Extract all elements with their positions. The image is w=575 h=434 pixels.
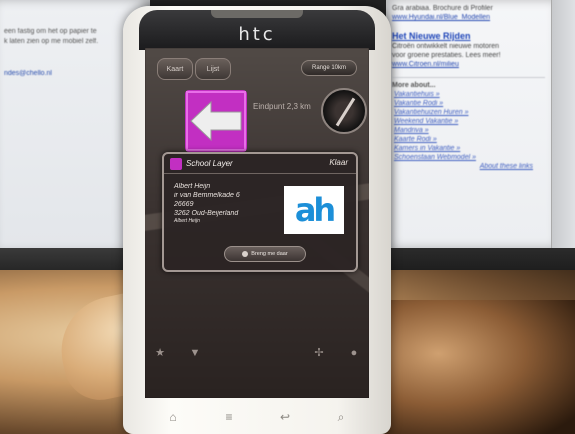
popup-header: School Layer Klaar: [164, 154, 356, 174]
address-line-4: 3262 Oud-Beijerland: [174, 210, 239, 217]
down-triangle-icon[interactable]: ▼: [188, 346, 202, 360]
distance-readout: Eindpunt 2,3 km: [253, 102, 311, 111]
navigation-arrow-icon[interactable]: [185, 90, 247, 152]
left-arrow-icon: [186, 91, 246, 151]
right-monitor-link-1: Vakantiehuis »: [394, 91, 440, 98]
address-line-2: ir van Bemmelkade 6: [174, 192, 240, 199]
right-monitor-headline: Het Nieuwe Rijden: [392, 31, 471, 41]
navigate-there-button[interactable]: Breng me daar: [224, 246, 306, 262]
right-monitor-scrollbar: [551, 0, 575, 250]
bottom-bar-middle: ▼ ✢: [188, 346, 326, 360]
htc-phone: htc Kaart Lijst Range 10km Eindpunt 2,3 …: [123, 6, 391, 434]
left-monitor-line-1: een fastig om het op papier te: [4, 28, 97, 35]
right-monitor-screen: Gra arabiaa. Brochure di Profiler www.Hy…: [386, 0, 551, 248]
tab-list[interactable]: Lijst: [195, 58, 231, 80]
ah-logo-icon: ah: [294, 191, 336, 229]
right-monitor-body-1: Citroën ontwikkelt nieuwe motoren: [392, 43, 499, 50]
right-monitor-link-4: Weekend Vakantie »: [394, 118, 459, 125]
pin-icon: [242, 251, 249, 257]
pin-icon[interactable]: ●: [347, 346, 361, 360]
right-monitor-section-title: More about...: [392, 77, 545, 90]
right-monitor-link-8: Schoenstaan Webmodel »: [394, 154, 476, 161]
popup-close-button[interactable]: Klaar: [329, 158, 348, 167]
earpiece: [211, 10, 303, 18]
phone-screen: Kaart Lijst Range 10km Eindpunt 2,3 km S…: [145, 48, 369, 398]
screen-bottom-bar: ★ ▼ ✢ ●: [145, 338, 369, 368]
poi-popup: School Layer Klaar Albert Heijn ir van B…: [162, 152, 358, 272]
hand-right: [380, 300, 575, 434]
compass-icon: [321, 88, 367, 134]
navigate-there-label: Breng me daar: [251, 251, 288, 257]
phone-brand-logo: htc: [238, 24, 276, 45]
right-monitor-line-2: www.Hyundai.nl/Blue_Modellen: [392, 14, 491, 21]
popup-title: School Layer: [186, 159, 233, 168]
address-line-5: Albert Heijn: [174, 218, 200, 224]
right-monitor-body-2: voor groene prestaties. Lees meer!: [392, 52, 501, 59]
home-key-icon[interactable]: ⌂: [163, 410, 183, 424]
right-monitor-link-2: Vakantie Rodi »: [394, 100, 444, 107]
address-line-3: 26669: [174, 201, 194, 208]
search-key-icon[interactable]: ⌕: [331, 410, 351, 425]
right-monitor-link-7: Kamers in Vakantie »: [394, 145, 461, 152]
right-monitor-line-1: Gra arabiaa. Brochure di Profiler: [392, 5, 493, 12]
right-monitor-body-3: www.Citroen.nl/milieu: [392, 61, 459, 68]
layer-icon: [170, 157, 182, 170]
gear-icon[interactable]: ✢: [312, 346, 326, 360]
photo-scene: een fastig om het op papier te k laten z…: [0, 0, 575, 434]
left-monitor-email-link: ndes@chello.nl: [4, 70, 52, 77]
right-monitor-link-5: Mandriva »: [394, 127, 429, 134]
back-key-icon[interactable]: ↩: [275, 410, 295, 424]
menu-key-icon[interactable]: ≡: [219, 410, 239, 424]
hardware-keys: ⌂ ≡ ↩ ⌕: [145, 402, 369, 432]
poi-address: Albert Heijn ir van Bemmelkade 6 26669 3…: [174, 182, 240, 225]
range-button[interactable]: Range 10km: [301, 60, 357, 76]
view-tabs: Kaart Lijst: [157, 58, 233, 80]
right-monitor-footer: About these links: [479, 163, 533, 170]
left-monitor-line-2: k laten zien op me mobiel zelf.: [4, 38, 99, 45]
poi-logo: ah: [284, 186, 344, 234]
phone-top-panel: htc: [139, 10, 375, 50]
tab-map[interactable]: Kaart: [157, 58, 193, 80]
compass-needle: [335, 97, 356, 127]
address-line-1: Albert Heijn: [174, 183, 211, 190]
right-monitor-link-3: Vakantiehuizen Huren »: [394, 109, 469, 116]
star-icon[interactable]: ★: [153, 346, 167, 360]
right-monitor-link-6: Kaarte Rodi »: [394, 136, 437, 143]
